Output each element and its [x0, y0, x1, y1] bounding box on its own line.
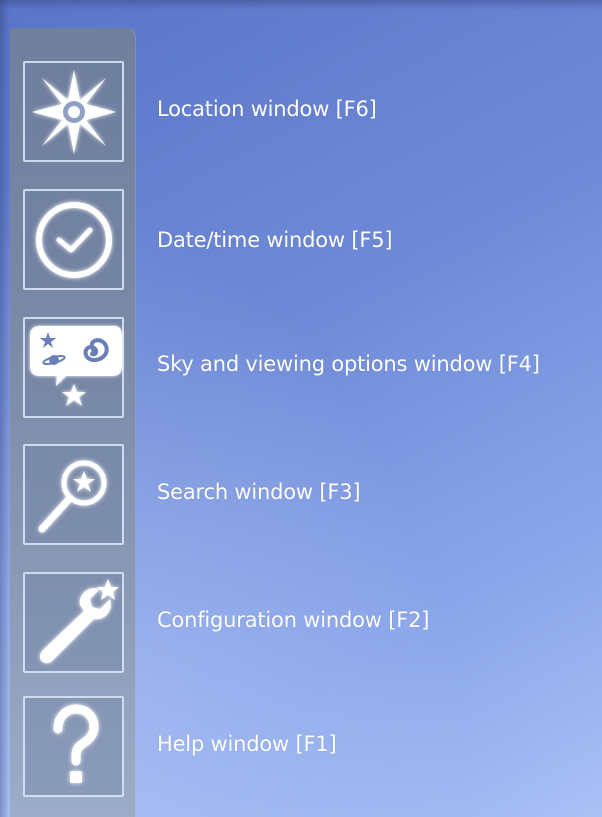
help-window-label[interactable]: Help window [F1] [157, 732, 337, 756]
help-icon [53, 703, 99, 783]
sky-options-window-label[interactable]: Sky and viewing options window [F4] [157, 352, 540, 376]
configuration-window-label[interactable]: Configuration window [F2] [157, 608, 429, 632]
configuration-window-button[interactable] [23, 572, 124, 673]
location-window-label[interactable]: Location window [F6] [157, 97, 377, 121]
datetime-window-label[interactable]: Date/time window [F5] [157, 228, 393, 252]
sky-options-window-button[interactable] [23, 317, 124, 418]
panel-top-shadow [0, 0, 602, 10]
help-window-button[interactable] [23, 696, 124, 797]
location-icon [31, 69, 116, 154]
search-window-button[interactable] [23, 444, 124, 545]
panel-left-edge [0, 0, 10, 817]
sky-options-icon [29, 325, 122, 406]
location-window-button[interactable] [23, 61, 124, 162]
wrench-icon [39, 578, 119, 663]
search-icon [38, 460, 106, 532]
datetime-window-button[interactable] [23, 189, 124, 290]
search-window-label[interactable]: Search window [F3] [157, 480, 361, 504]
clock-icon [35, 201, 112, 278]
